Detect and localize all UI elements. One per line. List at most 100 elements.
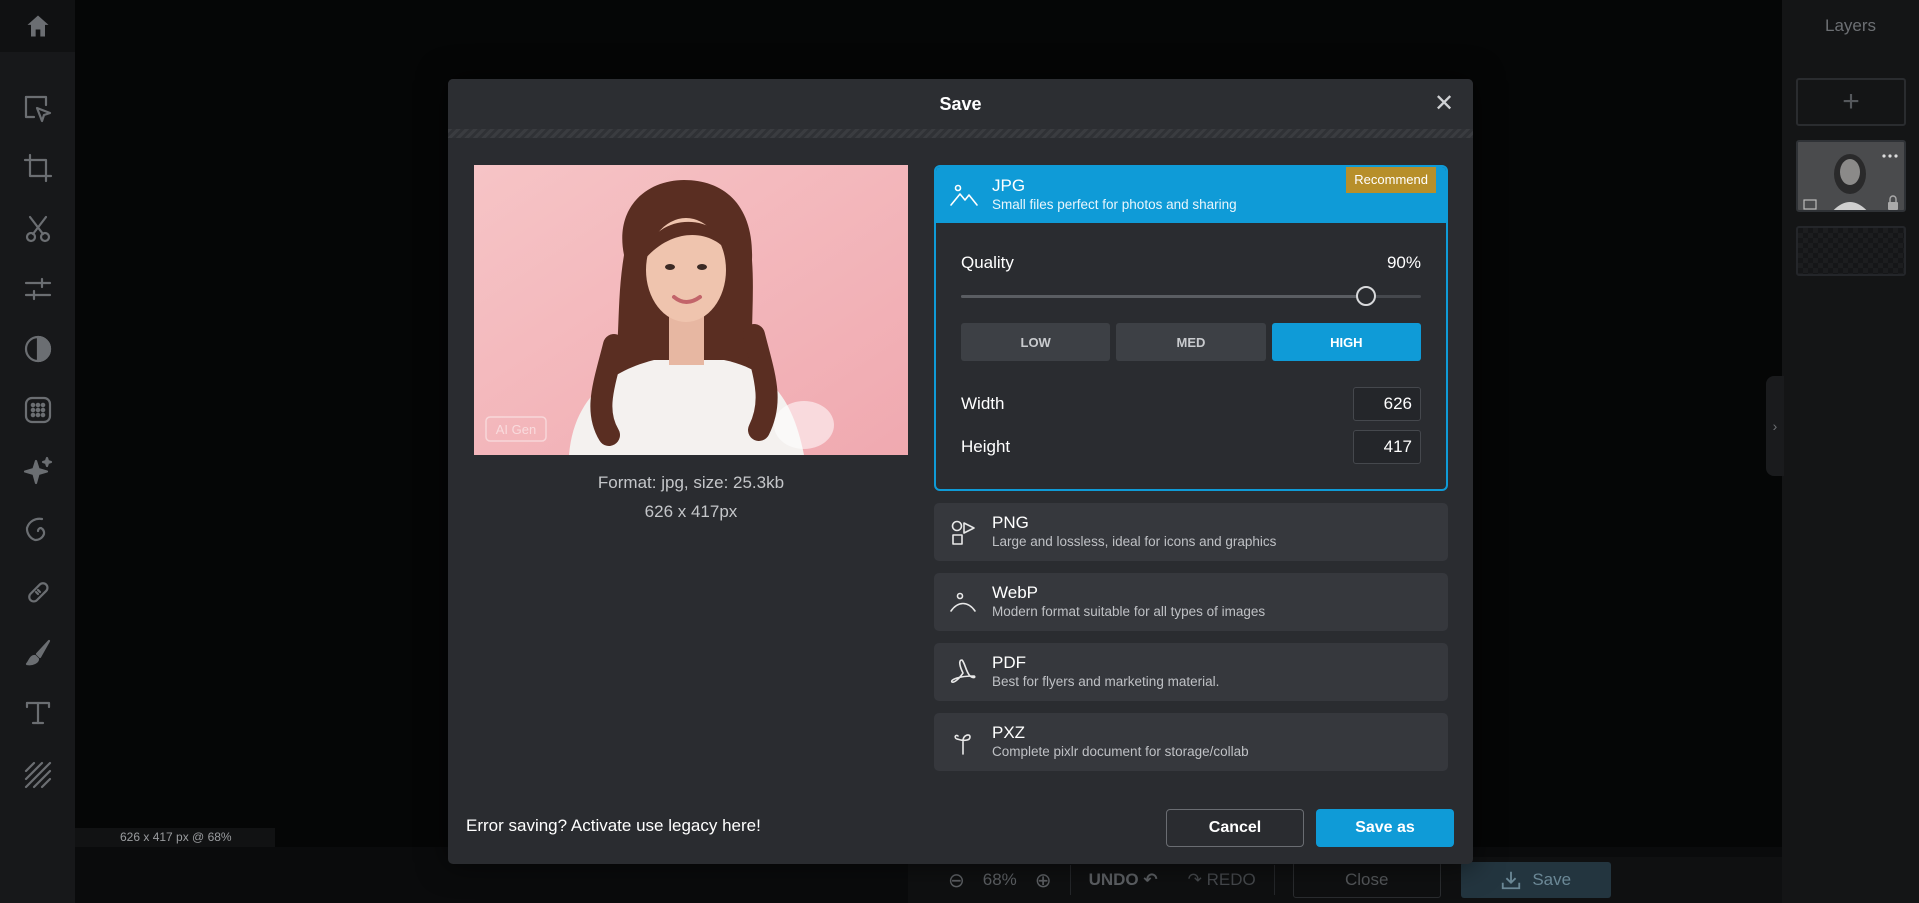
close-icon[interactable]: ✕ [1433, 92, 1455, 116]
slider-fill [961, 295, 1366, 298]
tool-cutout[interactable] [0, 204, 75, 254]
quality-slider[interactable] [961, 286, 1421, 306]
tool-text[interactable] [0, 688, 75, 738]
dimensions-text: 626 x 417px [644, 502, 738, 521]
width-row: Width [961, 387, 1421, 421]
tool-select[interactable] [0, 84, 75, 134]
close-button[interactable]: Close [1292, 862, 1441, 898]
ai-gen-watermark: AI Gen [496, 422, 536, 437]
pdf-icon [950, 659, 976, 683]
tool-pattern[interactable] [0, 750, 75, 800]
tool-ai[interactable] [0, 446, 75, 496]
recommend-badge: Recommend [1346, 167, 1436, 193]
redo-label: REDO [1206, 870, 1256, 889]
image-preview: AI Gen [474, 165, 908, 455]
preview-photo: AI Gen [474, 165, 908, 455]
format-description: Large and lossless, ideal for icons and … [992, 534, 1277, 549]
layer-background[interactable] [1796, 226, 1906, 276]
dialog-title: Save [939, 93, 982, 114]
home-button[interactable] [0, 0, 75, 52]
quality-row: Quality 90% [961, 253, 1421, 273]
tool-adjust[interactable] [0, 264, 75, 314]
format-webp[interactable]: WebP Modern format suitable for all type… [934, 573, 1448, 631]
preview-info: Format: jpg, size: 25.3kb 626 x 417px [474, 468, 908, 526]
cancel-button[interactable]: Cancel [1166, 809, 1304, 847]
format-name: PNG [992, 513, 1029, 532]
tool-crop[interactable] [0, 143, 75, 193]
undo-icon: ↶ [1143, 870, 1158, 889]
left-toolbar [0, 0, 75, 903]
pattern-icon [24, 761, 51, 789]
save-label: Save [1532, 870, 1572, 889]
contrast-icon [24, 335, 51, 363]
tool-filter[interactable] [0, 324, 75, 374]
zoom-out-icon[interactable]: ⊖ [948, 868, 965, 893]
format-jpg-card: JPG Small files perfect for photos and s… [934, 165, 1448, 491]
layer-thumbnail[interactable] [1796, 140, 1906, 212]
format-description: Modern format suitable for all types of … [992, 604, 1266, 619]
save-as-button[interactable]: Save as [1316, 809, 1454, 847]
undo-button[interactable]: UNDO ↶ [1089, 870, 1158, 890]
divider [1069, 865, 1071, 895]
tool-draw[interactable] [0, 628, 75, 678]
slider-handle[interactable] [1355, 286, 1376, 306]
quality-label: Quality [961, 253, 1014, 272]
format-description: Small files perfect for photos and shari… [992, 197, 1237, 212]
preset-high-button[interactable]: HIGH [1271, 323, 1421, 361]
zoom-controls: ⊖ 68% ⊕ [948, 868, 1052, 893]
format-png[interactable]: PNG Large and lossless, ideal for icons … [934, 503, 1448, 561]
height-input[interactable] [1353, 430, 1421, 464]
height-row: Height [961, 430, 1421, 464]
legacy-save-link[interactable]: Error saving? Activate use legacy here! [466, 816, 761, 836]
format-description: Complete pixlr document for storage/coll… [992, 744, 1249, 759]
height-label: Height [961, 437, 1011, 456]
sparkle-icon [23, 456, 52, 485]
scissors-icon [25, 215, 50, 243]
download-icon [1502, 871, 1521, 890]
tool-heal[interactable] [0, 567, 75, 617]
header-stripe [448, 129, 1473, 138]
format-name: PXZ [992, 723, 1026, 742]
app: 626 x 417 px @ 68% Layers + › ⊖ 68% ⊕ UN… [0, 0, 1919, 903]
crop-icon [23, 153, 52, 183]
brush-icon [25, 639, 50, 666]
save-dialog: Save ✕ AI Gen Format: jpg, size: 25.3kb … [448, 79, 1473, 864]
preset-med-button[interactable]: MED [1116, 323, 1266, 361]
quality-value: 90% [1386, 253, 1421, 272]
redo-icon: ↷ [1187, 870, 1202, 889]
format-jpg[interactable]: JPG Small files perfect for photos and s… [936, 167, 1446, 223]
jpg-options: Quality 90% LOW MED HIGH Width 626 Heigh… [936, 223, 1446, 489]
redo-button[interactable]: ↷ REDO [1188, 870, 1256, 890]
format-pdf[interactable]: PDF Best for flyers and marketing materi… [934, 643, 1448, 701]
select-arrow-icon [24, 95, 51, 123]
layers-panel: Layers + [1782, 0, 1919, 903]
adjust-sliders-icon [24, 277, 51, 301]
divider [1273, 865, 1275, 895]
layers-title: Layers [1824, 16, 1877, 35]
format-list: JPG Small files perfect for photos and s… [934, 165, 1448, 783]
quality-presets: LOW MED HIGH [961, 323, 1421, 361]
webp-icon [950, 592, 976, 612]
tool-liquify[interactable] [0, 506, 75, 556]
add-layer-button[interactable]: + [1796, 78, 1906, 126]
text-icon [25, 701, 50, 725]
save-button[interactable]: Save [1460, 862, 1611, 898]
format-name: WebP [992, 583, 1038, 602]
format-name: JPG [992, 176, 1026, 195]
home-icon [27, 15, 48, 37]
layer-preview-image [1798, 142, 1904, 210]
panel-toggle-tab[interactable]: › [1766, 376, 1784, 476]
plus-icon: + [1842, 85, 1860, 118]
filter-dots-icon [24, 396, 51, 424]
format-pxz[interactable]: PXZ Complete pixlr document for storage/… [934, 713, 1448, 771]
zoom-in-icon[interactable]: ⊕ [1035, 868, 1052, 893]
spiral-icon [25, 517, 45, 542]
undo-label: UNDO [1088, 870, 1139, 889]
preset-low-button[interactable]: LOW [961, 323, 1111, 361]
format-description: Best for flyers and marketing material. [992, 674, 1220, 689]
pxz-icon [954, 734, 971, 755]
format-size-text: Format: jpg, size: 25.3kb [597, 473, 785, 492]
tool-effects[interactable] [0, 385, 75, 435]
dialog-header: Save ✕ [448, 79, 1473, 129]
width-input[interactable] [1353, 387, 1421, 421]
